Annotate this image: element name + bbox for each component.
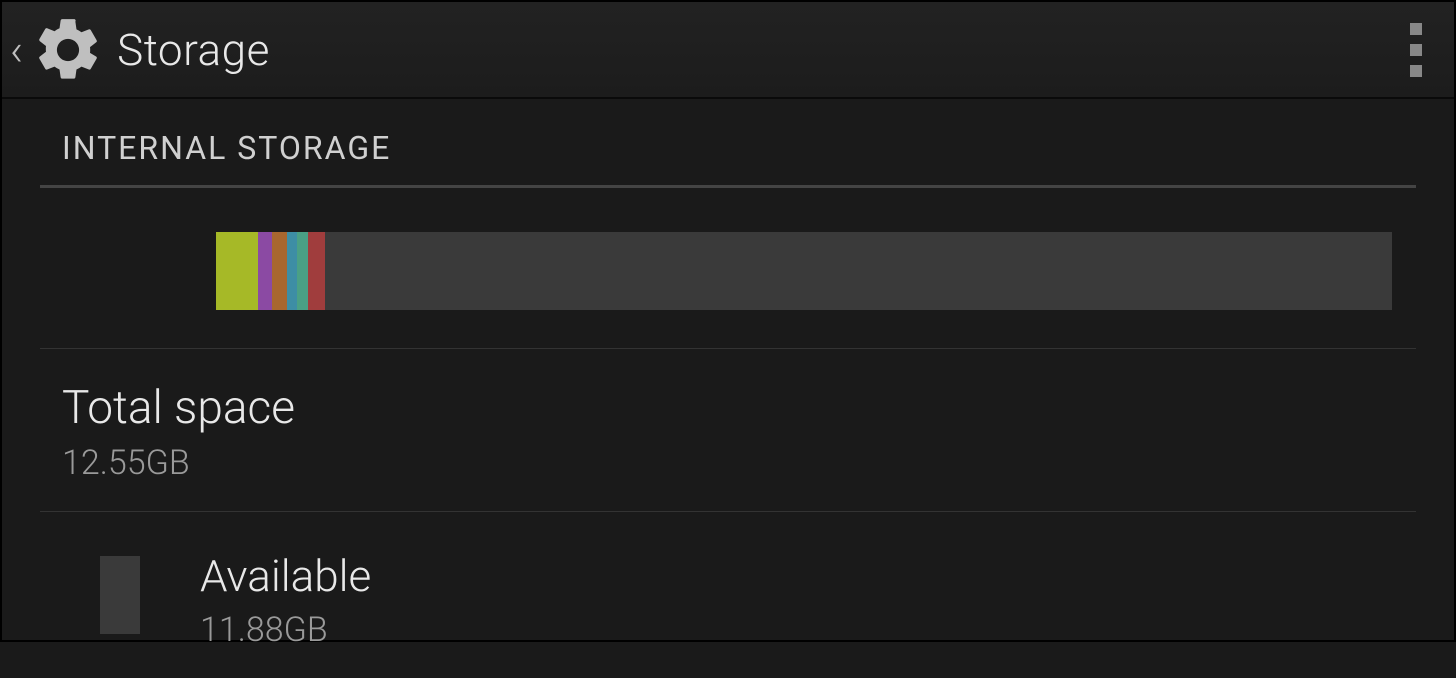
gear-icon[interactable]	[31, 13, 105, 87]
content: INTERNAL STORAGE Total space 12.55GB Ava…	[2, 99, 1454, 678]
available-row[interactable]: Available 11.88GB	[40, 512, 1416, 678]
overflow-dot	[1410, 44, 1422, 56]
page-title: Storage	[117, 24, 270, 76]
total-space-row[interactable]: Total space 12.55GB	[40, 349, 1416, 512]
back-icon[interactable]: ‹	[10, 28, 23, 72]
total-space-value: 12.55GB	[62, 443, 1416, 483]
section-header-internal-storage: INTERNAL STORAGE	[40, 99, 1416, 188]
storage-usage-bar	[216, 232, 1392, 310]
header-left[interactable]: ‹ Storage	[10, 13, 270, 87]
total-space-label: Total space	[62, 381, 1416, 435]
overflow-menu-icon[interactable]	[1398, 13, 1434, 87]
storage-segment	[216, 232, 258, 310]
available-label: Available	[200, 550, 371, 602]
app-header: ‹ Storage	[2, 2, 1454, 99]
overflow-dot	[1410, 23, 1422, 35]
storage-segment	[258, 232, 272, 310]
storage-segment	[308, 232, 326, 310]
overflow-dot	[1410, 65, 1422, 77]
storage-bar-row[interactable]	[40, 188, 1416, 349]
storage-segment	[272, 232, 286, 310]
available-swatch	[100, 556, 140, 634]
available-value: 11.88GB	[200, 610, 371, 650]
storage-segment	[297, 232, 308, 310]
storage-segment	[287, 232, 298, 310]
